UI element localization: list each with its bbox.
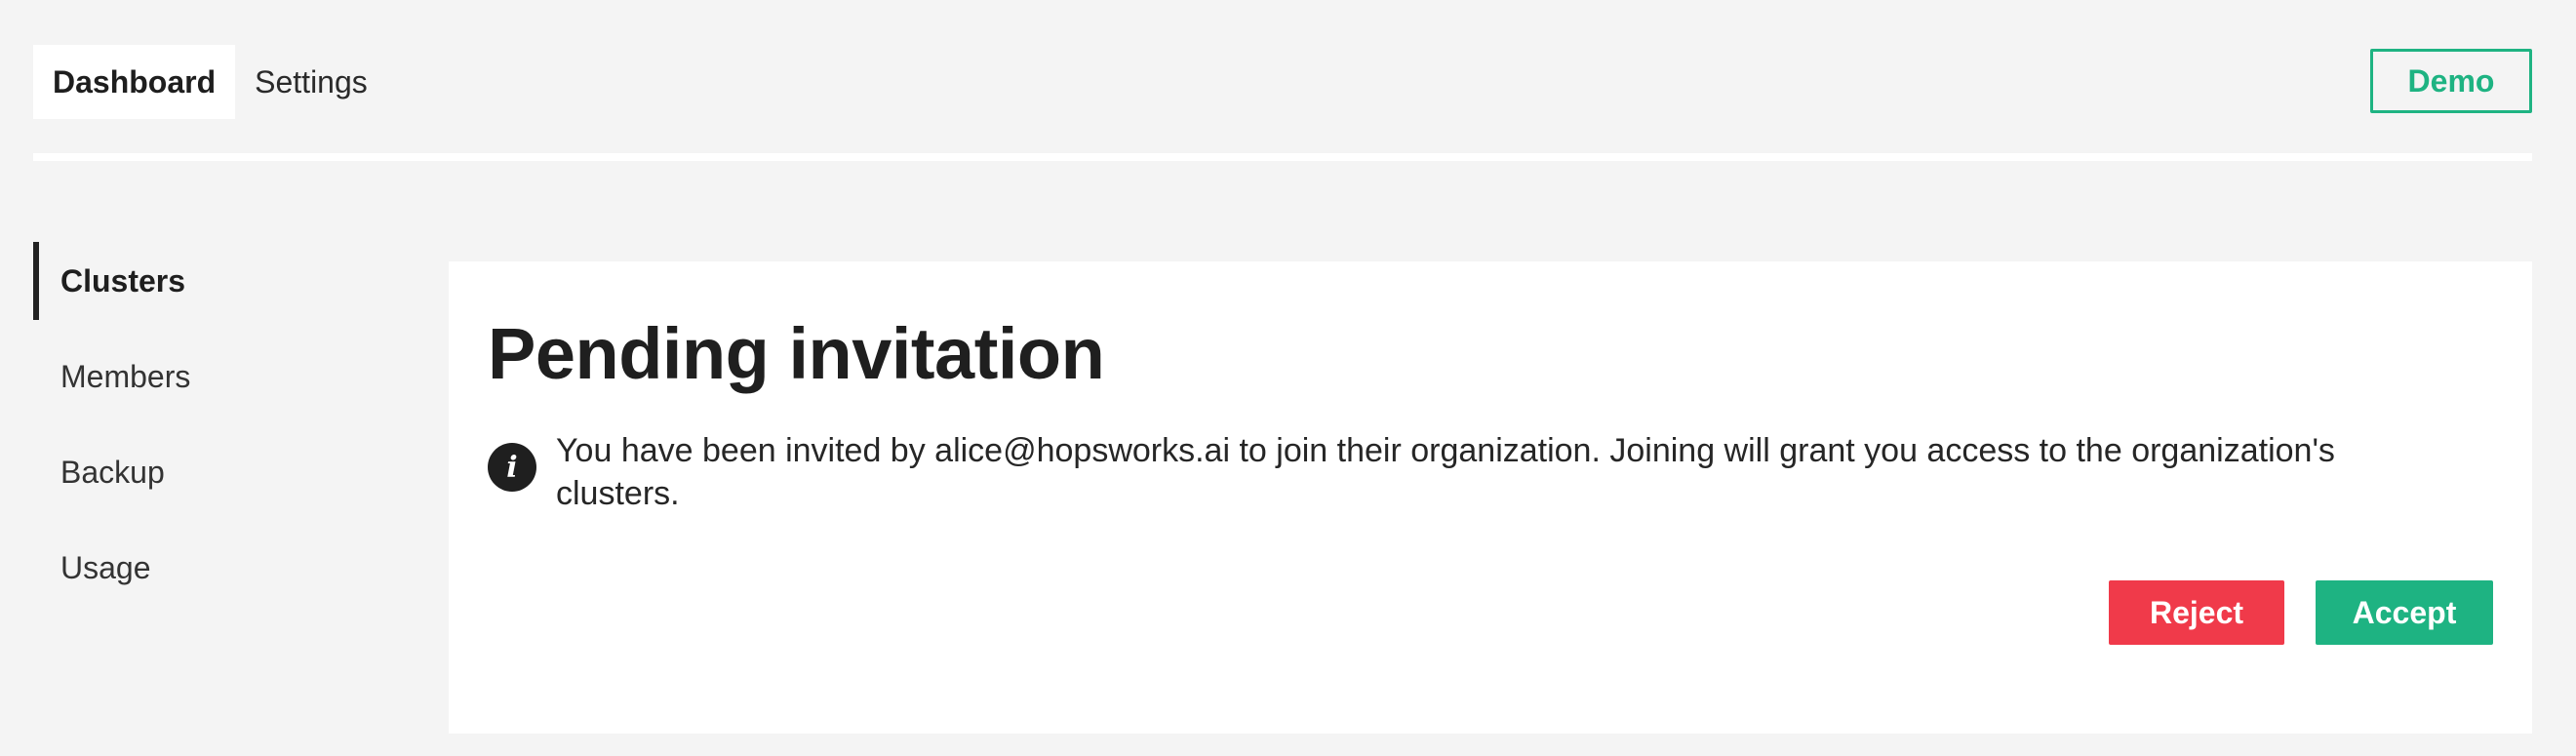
- reject-button[interactable]: Reject: [2109, 580, 2284, 645]
- invitation-card: Pending invitation i You have been invit…: [449, 261, 2532, 734]
- invitation-message: i You have been invited by alice@hopswor…: [488, 429, 2458, 515]
- card-actions: Reject Accept: [2109, 580, 2493, 645]
- info-icon: i: [488, 443, 536, 492]
- tab-settings[interactable]: Settings: [235, 45, 387, 119]
- sidebar: Clusters Members Backup Usage: [33, 242, 384, 624]
- sidebar-item-label: Members: [60, 358, 191, 394]
- sidebar-item-label: Clusters: [60, 262, 186, 298]
- sidebar-item-backup[interactable]: Backup: [33, 433, 384, 511]
- tab-dashboard[interactable]: Dashboard: [33, 45, 236, 119]
- sidebar-item-usage[interactable]: Usage: [33, 529, 384, 607]
- sidebar-item-label: Backup: [60, 454, 165, 490]
- invitation-text: You have been invited by alice@hopsworks…: [556, 432, 2335, 512]
- page-title: Pending invitation: [488, 313, 1105, 394]
- sidebar-item-label: Usage: [60, 549, 151, 585]
- sidebar-item-members[interactable]: Members: [33, 338, 384, 416]
- top-nav: Dashboard Settings: [33, 45, 387, 119]
- accept-button[interactable]: Accept: [2316, 580, 2493, 645]
- demo-button[interactable]: Demo: [2370, 49, 2532, 113]
- nav-divider: [33, 153, 2532, 161]
- sidebar-item-clusters[interactable]: Clusters: [33, 242, 384, 320]
